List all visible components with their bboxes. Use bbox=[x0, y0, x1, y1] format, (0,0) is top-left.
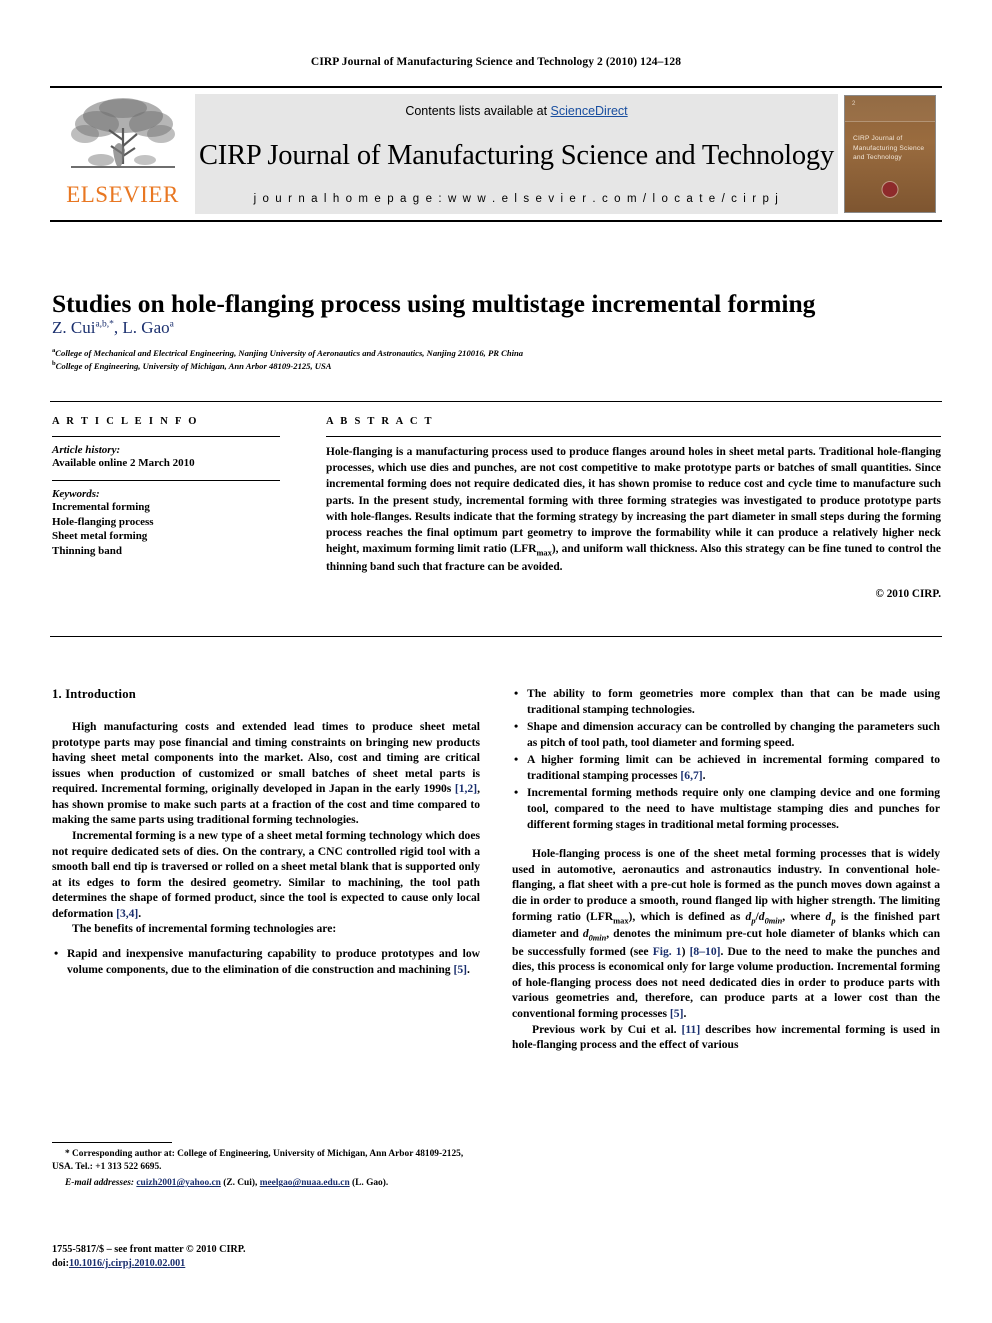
keyword-item: Sheet metal forming bbox=[52, 530, 148, 543]
citation-ref[interactable]: [6,7] bbox=[680, 769, 702, 782]
benefits-bullet-list-left: Rapid and inexpensive manufacturing capa… bbox=[52, 945, 480, 977]
affiliation-a-text: College of Mechanical and Electrical Eng… bbox=[55, 347, 524, 358]
keyword-item: Hole-flanging process bbox=[52, 515, 154, 528]
bullet-text: A higher forming limit can be achieved i… bbox=[527, 753, 940, 782]
paragraph-intro-3: The benefits of incremental forming tech… bbox=[72, 922, 337, 936]
contents-line: Contents lists available at ScienceDirec… bbox=[405, 104, 627, 118]
page-footer: 1755-5817/$ – see front matter © 2010 CI… bbox=[52, 1243, 502, 1272]
keywords-label: Keywords: bbox=[52, 488, 100, 501]
email-label: E-mail addresses: bbox=[65, 1178, 135, 1189]
subscript: 0min bbox=[764, 915, 783, 925]
keyword-item: Thinning band bbox=[52, 544, 123, 557]
email-owner: (Z. Cui), bbox=[220, 1178, 260, 1189]
article-info-heading: A R T I C L E I N F O bbox=[52, 416, 199, 427]
body-column-right: The ability to form geometries more comp… bbox=[512, 685, 940, 1053]
abstract-body: Hole-flanging is a manufacturing process… bbox=[326, 444, 941, 576]
email-link-gao[interactable]: meelgao@nuaa.edu.cn bbox=[260, 1178, 350, 1188]
subscript: max bbox=[613, 915, 629, 925]
body-column-left: 1. Introduction High manufacturing costs… bbox=[52, 686, 480, 979]
cirp-emblem-icon bbox=[881, 181, 899, 198]
running-head: CIRP Journal of Manufacturing Science an… bbox=[310, 56, 682, 68]
abstract-text-1: Hole-flanging is a manufacturing process… bbox=[326, 446, 941, 556]
citation-ref[interactable]: [11] bbox=[682, 1023, 701, 1036]
paragraph-hole-flanging: Hole-flanging process is one of the shee… bbox=[512, 846, 940, 1021]
footnote-rule bbox=[52, 1142, 172, 1143]
author-1-name: Z. Cui bbox=[52, 318, 96, 337]
bullet-text: . bbox=[467, 962, 470, 976]
list-item: Rapid and inexpensive manufacturing capa… bbox=[52, 945, 480, 977]
sciencedirect-link[interactable]: ScienceDirect bbox=[551, 104, 628, 118]
author-1-affiliation-marker: a,b,* bbox=[95, 319, 114, 330]
para-text: . bbox=[683, 1007, 687, 1021]
para-text: Previous work by Cui et al. bbox=[532, 1022, 682, 1036]
abstract-copyright: © 2010 CIRP. bbox=[875, 587, 941, 600]
bullet-text: Rapid and inexpensive manufacturing capa… bbox=[67, 947, 480, 976]
elsevier-logo: ELSEVIER bbox=[50, 88, 195, 220]
abstract-rule bbox=[326, 436, 941, 437]
bullet-text: . bbox=[702, 768, 706, 782]
masthead-center: Contents lists available at ScienceDirec… bbox=[195, 94, 838, 214]
benefits-bullet-list-right: The ability to form geometries more comp… bbox=[512, 685, 940, 832]
article-history-label: Article history: bbox=[52, 444, 121, 456]
abstract-subscript: max bbox=[536, 548, 552, 558]
list-item: Shape and dimension accuracy can be cont… bbox=[512, 718, 940, 750]
para-text: ), which is defined as bbox=[628, 909, 746, 923]
page-title: Studies on hole-flanging process using m… bbox=[52, 289, 816, 319]
para-text: ) bbox=[681, 944, 690, 958]
email-note: E-mail addresses: cuizh2001@yahoo.cn (Z.… bbox=[52, 1177, 480, 1190]
subscript: 0min bbox=[588, 933, 607, 943]
journal-homepage[interactable]: j o u r n a l h o m e p a g e : w w w . … bbox=[254, 193, 780, 205]
list-item: A higher forming limit can be achieved i… bbox=[512, 751, 940, 783]
affiliation-b-text: College of Engineering, University of Mi… bbox=[55, 360, 332, 371]
paragraph-intro-2: Incremental forming is a new type of a s… bbox=[52, 828, 480, 921]
cover-top-band bbox=[845, 96, 935, 122]
abstract-column: A B S T R A C T Hole-flanging is a manuf… bbox=[326, 416, 941, 600]
corresponding-author-note: * Corresponding author at: College of En… bbox=[52, 1148, 480, 1174]
front-matter-line: 1755-5817/$ – see front matter © 2010 CI… bbox=[52, 1244, 246, 1255]
list-item: Incremental forming methods require only… bbox=[512, 784, 940, 832]
abstract-heading: A B S T R A C T bbox=[326, 416, 434, 427]
email-link-cui[interactable]: cuizh2001@yahoo.cn bbox=[136, 1178, 221, 1188]
para-text: , where bbox=[782, 909, 826, 923]
citation-ref[interactable]: [5] bbox=[453, 963, 467, 976]
keywords-list: Incremental forming Hole-flanging proces… bbox=[52, 500, 280, 558]
footnote-block: * Corresponding author at: College of En… bbox=[52, 1142, 480, 1190]
para-text: High manufacturing costs and extended le… bbox=[52, 719, 480, 796]
citation-ref[interactable]: [5] bbox=[670, 1007, 684, 1020]
journal-masthead: ELSEVIER Contents lists available at Sci… bbox=[50, 86, 942, 222]
paragraph-previous-work: Previous work by Cui et al. [11] describ… bbox=[512, 1022, 940, 1053]
citation-ref[interactable]: [3,4] bbox=[116, 907, 138, 920]
author-2-name: , L. Gao bbox=[113, 318, 170, 337]
keywords-rule bbox=[52, 480, 280, 482]
article-info-rule bbox=[52, 436, 280, 437]
author-list: Z. Cuia,b,*, L. Gaoa bbox=[52, 318, 174, 338]
citation-ref[interactable]: [8–10] bbox=[690, 945, 721, 958]
affiliation-b: bCollege of Engineering, University of M… bbox=[52, 359, 942, 372]
article-info-column: A R T I C L E I N F O Article history: A… bbox=[52, 416, 280, 558]
journal-cover-block: 2 CIRP Journal of Manufacturing Science … bbox=[838, 88, 942, 220]
keyword-item: Incremental forming bbox=[52, 501, 150, 514]
email-owner: (L. Gao). bbox=[349, 1178, 389, 1189]
journal-title: CIRP Journal of Manufacturing Science an… bbox=[198, 139, 835, 171]
contents-prefix: Contents lists available at bbox=[405, 104, 551, 118]
cover-title: CIRP Journal of Manufacturing Science an… bbox=[853, 135, 925, 162]
journal-cover-image: 2 CIRP Journal of Manufacturing Science … bbox=[844, 95, 936, 213]
section-heading-introduction: 1. Introduction bbox=[52, 687, 136, 701]
cover-issue-number: 2 bbox=[852, 101, 856, 107]
list-item: The ability to form geometries more comp… bbox=[512, 685, 940, 717]
article-history-value: Available online 2 March 2010 bbox=[52, 457, 195, 469]
footnote-text: Corresponding author at: College of Engi… bbox=[52, 1149, 464, 1173]
doi-line: doi:10.1016/j.cirpj.2010.02.001 bbox=[52, 1257, 502, 1271]
figure-link[interactable]: Fig. 1 bbox=[653, 945, 682, 958]
affiliation-a: aCollege of Mechanical and Electrical En… bbox=[52, 346, 942, 359]
doi-link[interactable]: 10.1016/j.cirpj.2010.02.001 bbox=[69, 1258, 185, 1269]
paragraph-intro-1: High manufacturing costs and extended le… bbox=[52, 719, 480, 828]
citation-ref[interactable]: [1,2] bbox=[455, 782, 477, 795]
paper-page: CIRP Journal of Manufacturing Science an… bbox=[0, 0, 992, 1323]
elsevier-wordmark: ELSEVIER bbox=[66, 182, 179, 207]
para-text: . bbox=[138, 906, 142, 920]
elsevier-tree-icon bbox=[70, 98, 175, 168]
doi-label: doi: bbox=[52, 1258, 69, 1270]
author-2-affiliation-marker: a bbox=[169, 319, 174, 330]
